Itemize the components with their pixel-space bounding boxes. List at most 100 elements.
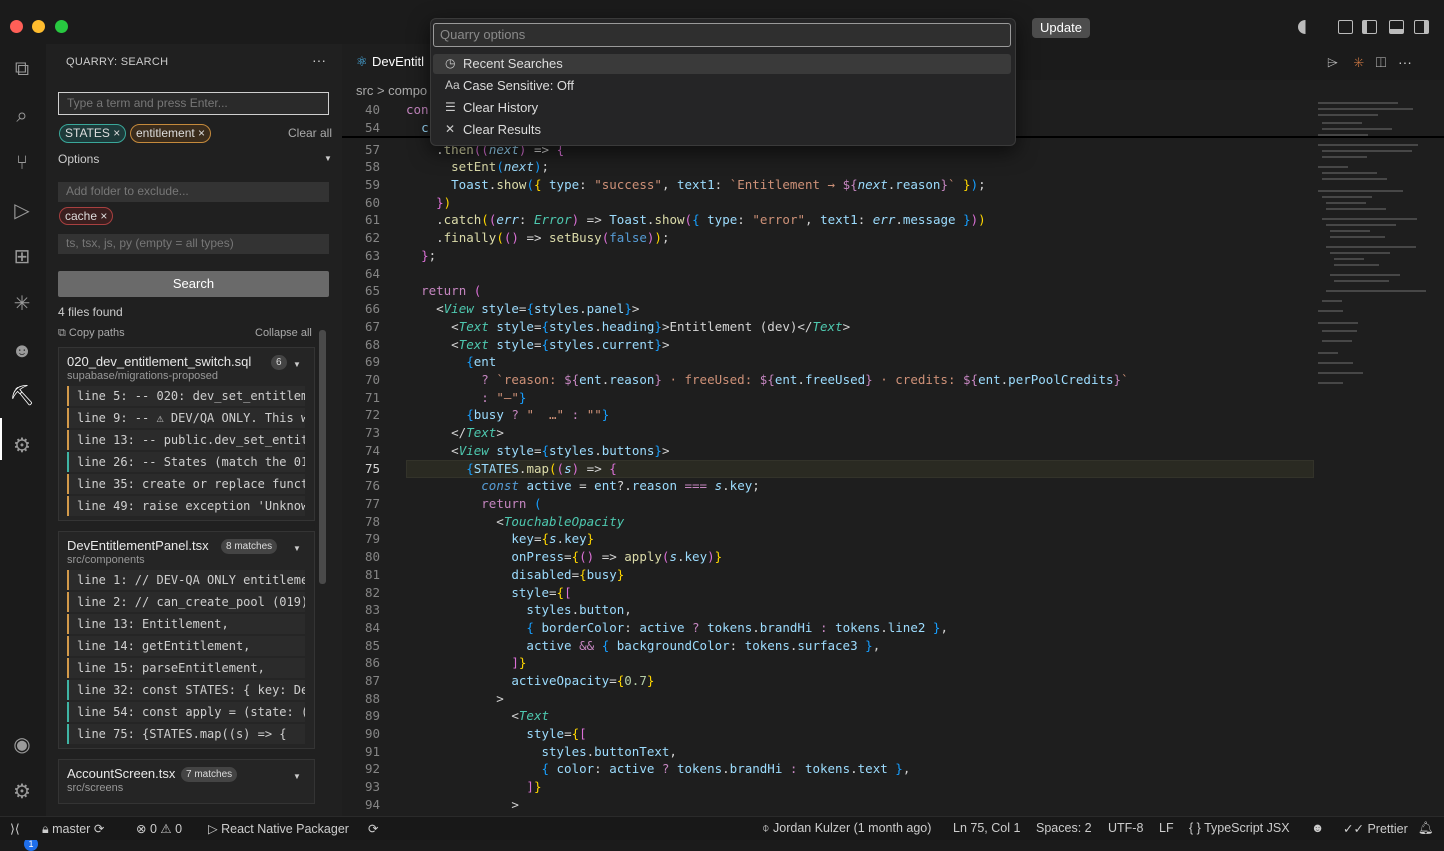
code-line: > (406, 797, 519, 812)
toggle-secondary-sidebar-icon[interactable] (1414, 20, 1429, 34)
exclude-folder-input[interactable]: Add folder to exclude... (58, 182, 329, 202)
search-button[interactable]: Search (58, 271, 329, 297)
toggle-panel-icon[interactable] (1389, 20, 1404, 34)
code-line: : "—"} (481, 390, 527, 405)
clear-results-option[interactable]: ✕ Clear Results (433, 120, 1011, 140)
source-control-icon[interactable]: ⑂ (9, 150, 35, 176)
line-number: 84 (364, 620, 380, 635)
match-line[interactable]: line 49: raise exception 'Unknow... (67, 496, 305, 516)
clear-all-link[interactable]: Clear all (288, 126, 332, 140)
match-line[interactable]: line 2: // can_create_pool (019) ... (67, 592, 305, 612)
match-line[interactable]: line 13: Entitlement, (67, 614, 305, 634)
minimap[interactable] (1312, 100, 1432, 390)
split-editor-icon[interactable]: ◫ (1376, 54, 1387, 70)
update-button[interactable]: Update (1032, 18, 1090, 38)
line-number: 70 (364, 372, 380, 387)
line-number: 72 (364, 407, 380, 422)
search-input[interactable]: Type a term and press Enter... (58, 92, 329, 115)
accounts-icon[interactable]: ◉ (9, 732, 35, 758)
quarry-pickaxe-icon[interactable]: ⛏ (9, 383, 35, 409)
term-chip-entitlement[interactable]: entitlement × (130, 124, 212, 143)
asterisk-extension-icon[interactable]: ✳ (9, 291, 35, 317)
manage-gear-icon[interactable]: ⚙ (9, 779, 35, 805)
git-blame[interactable]: ⌽ Jordan Kulzer (1 month ago) (762, 821, 931, 836)
match-line[interactable]: line 14: getEntitlement, (67, 636, 305, 656)
explorer-icon[interactable]: ⧉ (9, 56, 35, 82)
match-line[interactable]: line 1: // DEV-QA ONLY entitlemen... (67, 570, 305, 590)
chevron-down-icon[interactable]: ▼ (293, 360, 301, 369)
line-number: 88 (364, 691, 380, 706)
match-line[interactable]: line 35: create or replace funct... (67, 474, 305, 494)
code-line: </Text> (406, 425, 504, 440)
more-actions-icon[interactable]: ··· (312, 52, 326, 68)
line-number: 93 (364, 779, 380, 794)
more-actions-icon[interactable]: ··· (1398, 54, 1412, 70)
remote-explorer-icon[interactable]: ⚙ (9, 433, 35, 459)
line-number: 64 (364, 266, 380, 281)
chevron-down-icon[interactable]: ▼ (293, 772, 301, 781)
result-file-card[interactable]: AccountScreen.tsx 7 matches src/screens … (58, 759, 315, 804)
code-line: style={[ (511, 585, 572, 600)
refresh-icon[interactable]: ⟳ (368, 821, 378, 836)
match-line[interactable]: line 54: const apply = (state: (... (67, 702, 305, 722)
clear-history-option[interactable]: ☰ Clear History (433, 98, 1011, 118)
match-line[interactable]: line 5: -- 020: dev_set_entitleme... (67, 386, 305, 406)
run-debug-icon[interactable]: ▷ (9, 198, 35, 224)
remove-chip-icon[interactable]: × (198, 126, 205, 140)
match-line[interactable]: line 9: -- ⚠ DEV/QA ONLY. This w... (67, 408, 305, 428)
match-line[interactable]: line 15: parseEntitlement, (67, 658, 305, 678)
code-line: <Text style={styles.current}> (406, 337, 670, 352)
extensions-icon[interactable]: ⊞ (9, 244, 35, 270)
breadcrumb[interactable]: src > compo (356, 83, 427, 98)
search-icon[interactable]: ⌕ (9, 103, 35, 129)
remove-chip-icon[interactable]: × (113, 126, 120, 140)
chevron-down-icon[interactable]: ▼ (324, 154, 332, 163)
quick-pick-input[interactable]: Quarry options (433, 23, 1011, 47)
copilot-icon[interactable] (1298, 20, 1313, 34)
bell-icon[interactable]: 🔔︎ (1418, 821, 1434, 836)
remote-icon[interactable]: ⟩⟨ (10, 821, 20, 836)
copy-paths-button[interactable]: ⧉ Copy paths (58, 327, 125, 340)
sidebar-scrollbar[interactable] (319, 330, 326, 584)
packager-button[interactable]: ▷ React Native Packager (208, 821, 349, 836)
case-sensitive-option[interactable]: Aa Case Sensitive: Off (433, 76, 1011, 96)
line-number: 94 (364, 797, 380, 812)
code-line: style={[ (526, 726, 587, 741)
zoom-window-button[interactable] (55, 20, 68, 33)
exclude-chip-cache[interactable]: cache × (59, 207, 114, 225)
collapse-all-button[interactable]: Collapse all (255, 327, 312, 339)
result-file-card[interactable]: 020_dev_entitlement_switch.sql 6 supabas… (58, 347, 315, 521)
asterisk-icon[interactable]: ✳ (1353, 54, 1364, 70)
run-icon[interactable]: ⌲ (1327, 54, 1338, 70)
remove-chip-icon[interactable]: × (100, 209, 107, 223)
match-line[interactable]: line 32: const STATES: { key: Dev... (67, 680, 305, 700)
close-window-button[interactable] (10, 20, 23, 33)
result-file-card[interactable]: DevEntitlementPanel.tsx 8 matches src/co… (58, 531, 315, 749)
editor-actions: ⌲ ✳ ◫ ··· (1327, 54, 1412, 71)
code-editor[interactable]: 40 54 57 58 59 60 61 62 63 64 65 66 67 68 69 70 71 72 73 74… (342, 100, 1314, 816)
copilot-extension-icon[interactable]: ☻ (9, 338, 35, 364)
match-line[interactable]: line 13: -- public.dev_set_entitl... (67, 430, 305, 450)
toggle-primary-sidebar-icon[interactable] (1362, 20, 1377, 34)
code-line: {STATES.map((s) => { (466, 461, 617, 476)
chevron-down-icon[interactable]: ▼ (293, 544, 301, 553)
term-chip-states[interactable]: STATES × (59, 124, 127, 143)
prettier-status[interactable]: ✓✓ Prettier (1343, 821, 1408, 836)
encoding[interactable]: UTF-8 (1108, 821, 1143, 835)
end-of-line[interactable]: LF (1159, 821, 1174, 835)
language-mode[interactable]: { } TypeScript JSX (1189, 821, 1290, 835)
copilot-status-icon[interactable]: ☻ (1311, 821, 1324, 835)
match-line[interactable]: line 26: -- States (match the 01... (67, 452, 305, 472)
branch-indicator[interactable]: 🔒︎ master ⟳ (42, 821, 104, 837)
file-types-input[interactable]: ts, tsx, js, py (empty = all types) (58, 234, 329, 254)
indentation[interactable]: Spaces: 2 (1036, 821, 1092, 835)
match-line[interactable]: line 75: {STATES.map((s) => { (67, 724, 305, 744)
cursor-position[interactable]: Ln 75, Col 1 (953, 821, 1020, 835)
history-icon: ◷ (445, 56, 456, 70)
line-number: 80 (364, 549, 380, 564)
recent-searches-option[interactable]: ◷ Recent Searches (433, 54, 1011, 74)
minimize-window-button[interactable] (32, 20, 45, 33)
problems-indicator[interactable]: ⊗ 0 ⚠ 0 (136, 821, 182, 836)
customize-layout-icon[interactable] (1338, 20, 1353, 34)
options-toggle[interactable]: Options (58, 152, 99, 166)
